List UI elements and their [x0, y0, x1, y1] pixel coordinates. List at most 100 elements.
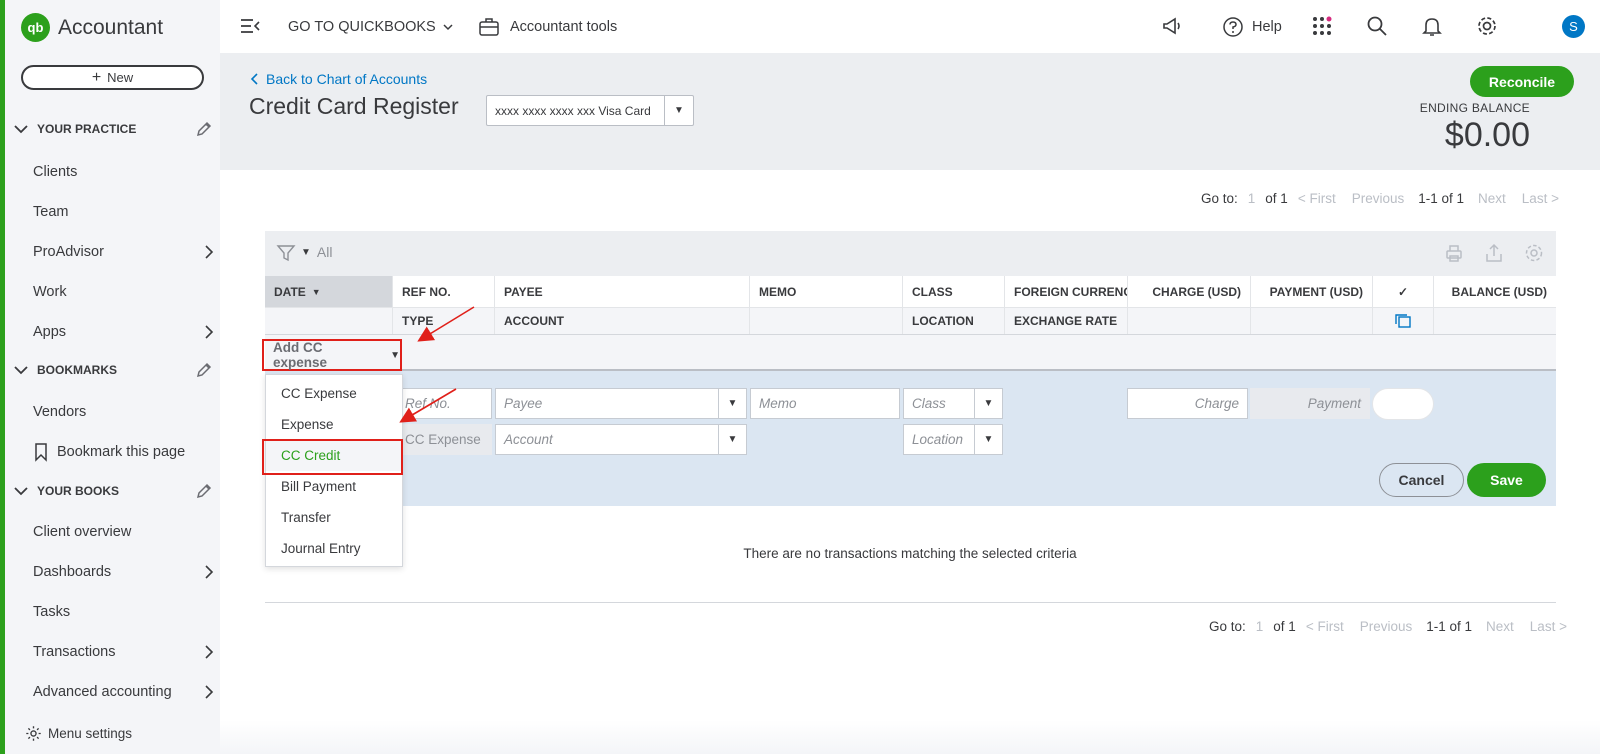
add-cc-expense-dropdown[interactable]: Add CC expense ▼ — [262, 339, 402, 371]
pencil-icon[interactable] — [195, 482, 213, 500]
payee-select[interactable]: Payee ▼ — [495, 388, 747, 419]
brand[interactable]: qb Accountant — [21, 13, 163, 42]
avatar[interactable]: S — [1562, 15, 1585, 38]
memo-input[interactable]: Memo — [750, 388, 900, 419]
back-to-chart-link[interactable]: Back to Chart of Accounts — [250, 71, 427, 87]
filter-icon[interactable] — [276, 243, 296, 263]
dropdown-arrow-icon[interactable]: ▼ — [974, 425, 1002, 454]
cleared-toggle[interactable] — [1372, 388, 1434, 420]
collapse-menu-icon[interactable] — [238, 14, 262, 38]
register-header: Back to Chart of Accounts Credit Card Re… — [220, 53, 1600, 170]
pagination-top: Go to: 1 of 1 < First Previous 1-1 of 1 … — [1201, 188, 1569, 208]
megaphone-icon[interactable] — [1160, 14, 1184, 38]
col-label: FOREIGN CURRENCY — [1014, 284, 1128, 299]
dropdown-arrow-icon[interactable]: ▼ — [718, 425, 746, 454]
ref-no-input[interactable]: Ref No. — [396, 388, 492, 419]
goto-quickbooks-menu[interactable]: GO TO QUICKBOOKS — [288, 0, 455, 53]
col-payment[interactable]: PAYMENT (USD) — [1251, 276, 1373, 307]
sidebar-item-bookmark-page[interactable]: Bookmark this page — [33, 437, 217, 467]
col-memo[interactable]: MEMO — [750, 276, 903, 307]
bell-icon[interactable] — [1420, 14, 1444, 38]
sidebar-item-transactions[interactable]: Transactions — [33, 637, 217, 667]
last-link[interactable]: Last > — [1530, 619, 1567, 634]
filter-dropdown[interactable]: ▼ All — [301, 244, 332, 260]
col-copy[interactable] — [1373, 308, 1434, 334]
sidebar-item-apps[interactable]: Apps — [33, 317, 217, 347]
add-transaction-row — [265, 335, 1556, 371]
menu-item-expense[interactable]: Expense — [266, 409, 402, 440]
back-link-label: Back to Chart of Accounts — [266, 71, 428, 87]
sidebar-item-dashboards[interactable]: Dashboards — [33, 557, 217, 587]
col-label: PAYMENT (USD) — [1269, 284, 1363, 299]
menu-item-transfer[interactable]: Transfer — [266, 502, 402, 533]
section-your-books[interactable]: YOUR BOOKS — [13, 478, 213, 504]
placeholder: Account — [504, 432, 553, 447]
previous-link[interactable]: Previous — [1360, 619, 1413, 634]
next-link[interactable]: Next — [1478, 191, 1506, 206]
goto-quickbooks-label: GO TO QUICKBOOKS — [288, 18, 436, 35]
sidebar-item-label: Work — [33, 284, 67, 300]
menu-item-bill-payment[interactable]: Bill Payment — [266, 471, 402, 502]
previous-link[interactable]: Previous — [1352, 191, 1405, 206]
reconcile-button[interactable]: Reconcile — [1470, 66, 1574, 97]
col-class[interactable]: CLASS — [903, 276, 1005, 307]
col-charge[interactable]: CHARGE (USD) — [1128, 276, 1251, 307]
sidebar-item-vendors[interactable]: Vendors — [33, 397, 217, 427]
last-link[interactable]: Last > — [1522, 191, 1559, 206]
dropdown-arrow-icon[interactable]: ▼ — [718, 389, 746, 418]
col-payee[interactable]: PAYEE — [495, 276, 750, 307]
new-button[interactable]: + New — [21, 65, 204, 90]
col-ref-no[interactable]: REF NO. — [393, 276, 495, 307]
col-foreign-currency[interactable]: FOREIGN CURRENCY — [1005, 276, 1128, 307]
gear-icon[interactable] — [1475, 14, 1499, 38]
class-select[interactable]: Class ▼ — [903, 388, 1003, 419]
sidebar-item-client-overview[interactable]: Client overview — [33, 517, 217, 547]
next-link[interactable]: Next — [1486, 619, 1514, 634]
sidebar-item-label: Apps — [33, 324, 67, 340]
cancel-button[interactable]: Cancel — [1379, 463, 1464, 497]
pencil-icon[interactable] — [195, 361, 213, 379]
help-button[interactable]: Help — [1222, 0, 1282, 53]
sidebar-item-clients[interactable]: Clients — [33, 157, 217, 187]
sidebar-item-work[interactable]: Work — [33, 277, 217, 307]
apps-grid-icon[interactable] — [1310, 14, 1334, 38]
section-bookmarks[interactable]: BOOKMARKS — [13, 357, 213, 383]
payment-input[interactable]: Payment — [1250, 388, 1370, 419]
col-cleared[interactable]: ✓ — [1373, 276, 1434, 307]
accountant-tools-menu[interactable]: Accountant tools — [478, 0, 617, 53]
qb-logo: qb — [21, 13, 50, 42]
account-select[interactable]: xxxx xxxx xxxx xxx Visa Card ▼ — [486, 95, 694, 126]
first-link[interactable]: < First — [1298, 191, 1336, 206]
sidebar-item-tasks[interactable]: Tasks — [33, 597, 217, 627]
search-icon[interactable] — [1365, 14, 1389, 38]
page-title: Credit Card Register — [249, 93, 459, 119]
print-icon[interactable] — [1443, 242, 1465, 264]
section-label: YOUR BOOKS — [37, 484, 120, 498]
menu-item-cc-expense[interactable]: CC Expense — [266, 378, 402, 409]
col-balance[interactable]: BALANCE (USD) — [1434, 276, 1556, 307]
location-select[interactable]: Location ▼ — [903, 424, 1003, 455]
menu-item-journal-entry[interactable]: Journal Entry — [266, 533, 402, 564]
save-button[interactable]: Save — [1467, 463, 1546, 497]
sidebar-item-team[interactable]: Team — [33, 197, 217, 227]
dropdown-arrow-icon[interactable]: ▼ — [664, 96, 693, 125]
page-input[interactable]: 1 — [1248, 191, 1256, 206]
first-link[interactable]: < First — [1306, 619, 1344, 634]
menu-settings[interactable]: Menu settings — [25, 725, 132, 742]
sidebar-item-proadvisor[interactable]: ProAdvisor — [33, 237, 217, 267]
col-label: EXCHANGE RATE — [1014, 314, 1118, 328]
col-account[interactable]: ACCOUNT — [495, 308, 750, 334]
charge-input[interactable]: Charge — [1127, 388, 1248, 419]
settings-gear-icon[interactable] — [1523, 242, 1545, 264]
col-exchange-rate[interactable]: EXCHANGE RATE — [1005, 308, 1128, 334]
sidebar-item-advanced-accounting[interactable]: Advanced accounting — [33, 677, 217, 707]
col-date[interactable]: DATE ▼ — [265, 276, 393, 307]
section-your-practice[interactable]: YOUR PRACTICE — [13, 116, 213, 142]
col-location[interactable]: LOCATION — [903, 308, 1005, 334]
account-select[interactable]: Account ▼ — [495, 424, 747, 455]
pencil-icon[interactable] — [195, 120, 213, 138]
col-type[interactable]: TYPE — [393, 308, 495, 334]
export-icon[interactable] — [1483, 242, 1505, 264]
dropdown-arrow-icon[interactable]: ▼ — [974, 389, 1002, 418]
page-input[interactable]: 1 — [1256, 619, 1264, 634]
